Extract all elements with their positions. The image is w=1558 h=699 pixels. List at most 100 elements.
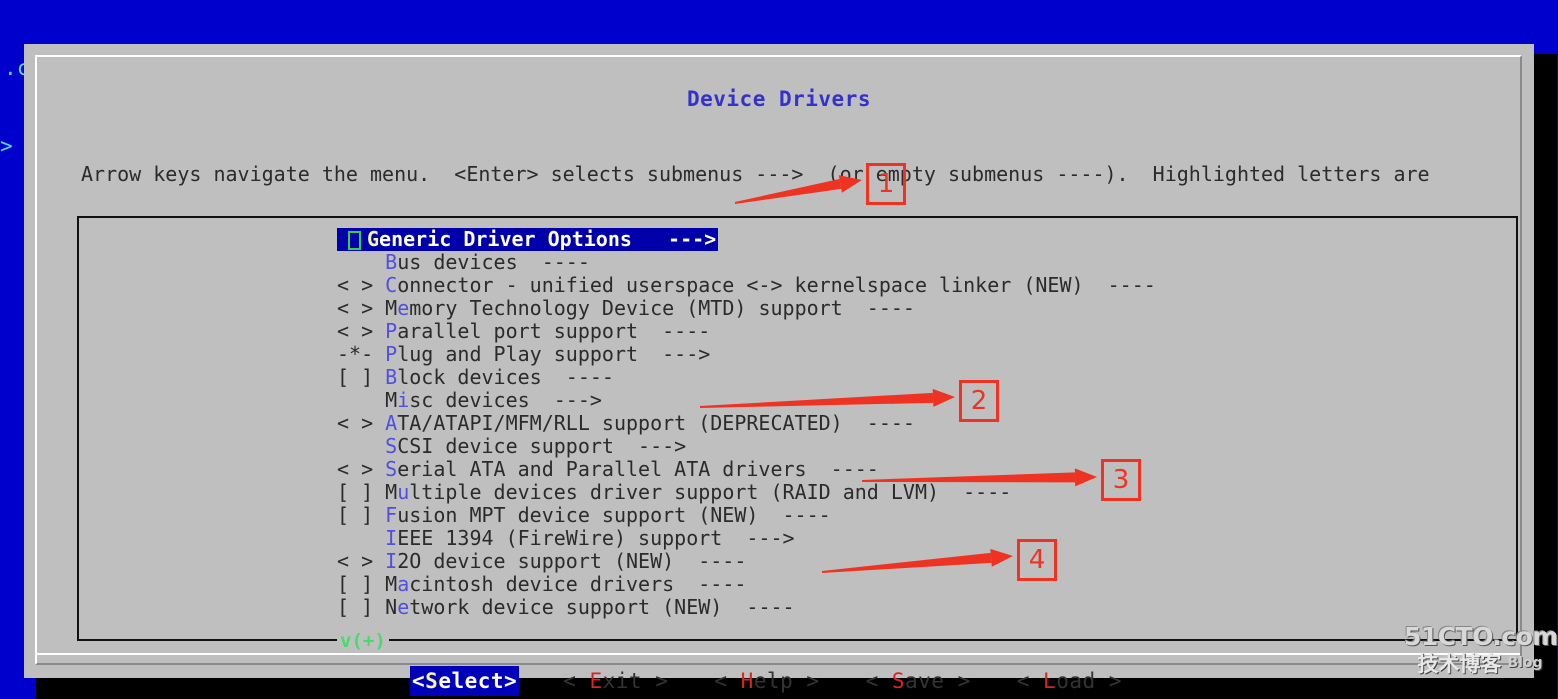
button-elect[interactable]: <Select>: [410, 666, 520, 696]
menu-item-hotkey: u: [397, 480, 410, 504]
menu-item-marker: [ ]: [337, 503, 386, 527]
annotation-box-2: 2: [959, 380, 999, 422]
menu-item[interactable]: [ ] Network device support (NEW) ----: [79, 596, 1516, 619]
menu-item-label: onnector - unified userspace <-> kernels…: [397, 273, 1156, 297]
menu-item[interactable]: [ ] Macintosh device drivers ----: [79, 573, 1516, 596]
menu-item[interactable]: < > Parallel port support ----: [79, 320, 1516, 343]
menu-list-box[interactable]: Generic Driver Options ---> Bus devices …: [77, 216, 1518, 651]
button-bracket-open: <: [865, 669, 892, 693]
menu-item-marker: [ ]: [337, 595, 386, 619]
dialog-title: Device Drivers: [24, 87, 1534, 111]
menu-list: Generic Driver Options ---> Bus devices …: [79, 228, 1516, 619]
menu-item-label: eneric Driver Options --->: [379, 227, 717, 251]
annotation-arrow-4: [822, 548, 1013, 573]
menu-item-hotkey: a: [397, 572, 410, 596]
button-elp[interactable]: < Help >: [712, 666, 821, 696]
config-dialog: Device Drivers Arrow keys navigate the m…: [24, 44, 1534, 696]
menu-item[interactable]: < > Connector - unified userspace <-> ke…: [79, 274, 1516, 297]
button-label: oad: [1056, 669, 1096, 693]
menu-item-label: twork device support (NEW) ----: [409, 595, 795, 619]
menu-item-marker: < >: [337, 319, 386, 343]
menu-item-hotkey: i: [397, 388, 410, 412]
button-hotkey: S: [425, 669, 439, 693]
menu-item[interactable]: < > Serial ATA and Parallel ATA drivers …: [79, 458, 1516, 481]
menu-item-marker: [ ]: [337, 480, 386, 504]
button-label: xit: [602, 669, 643, 693]
menu-item[interactable]: < > I2O device support (NEW) ----: [79, 550, 1516, 573]
menu-item-marker: [337, 251, 385, 274]
button-bar: <Select> < Exit > < Help > < Save > < Load >: [24, 666, 1534, 696]
menu-item[interactable]: -*- Plug and Play support --->: [79, 343, 1516, 366]
menu-item-label: lock devices ----: [397, 365, 614, 389]
menu-item-hotkey: I: [385, 526, 398, 550]
menu-item-marker: [ ]: [337, 572, 386, 596]
button-bracket-close: >: [793, 669, 820, 693]
button-label: elect: [438, 669, 505, 693]
menu-item-hotkey: S: [385, 434, 398, 458]
button-separator: [37, 653, 1520, 655]
menu-item-selected: Generic Driver Options --->: [337, 227, 719, 251]
menu-item-label-pre: M: [385, 572, 398, 596]
menu-item-label: sc devices --->: [409, 388, 602, 412]
button-bracket-close: >: [1095, 669, 1122, 693]
menu-item-marker: [337, 389, 385, 412]
menu-item-hotkey: A: [385, 411, 398, 435]
annotation-arrow-2: [700, 388, 955, 408]
button-hotkey: H: [740, 669, 754, 693]
menu-item[interactable]: [ ] Multiple devices driver support (RAI…: [79, 481, 1516, 504]
button-hotkey: L: [1043, 669, 1057, 693]
annotation-label: 3: [1112, 465, 1130, 495]
button-bracket-close: >: [944, 669, 971, 693]
menu-item-label: lug and Play support --->: [397, 342, 711, 366]
annotation-label: 4: [1028, 545, 1046, 575]
button-hotkey: S: [891, 669, 906, 693]
menu-item-label: us devices ----: [397, 250, 590, 274]
menu-item-hotkey: G: [367, 227, 380, 251]
annotation-label: 2: [970, 386, 988, 416]
button-bracket-open: <: [412, 669, 426, 693]
menu-item[interactable]: < > Memory Technology Device (MTD) suppo…: [79, 297, 1516, 320]
menu-item[interactable]: IEEE 1394 (FireWire) support --->: [79, 527, 1516, 550]
button-bracket-close: >: [642, 669, 669, 693]
button-bracket-close: >: [504, 669, 518, 693]
annotation-label: 1: [877, 169, 895, 199]
menu-item[interactable]: Generic Driver Options --->: [79, 228, 1516, 251]
menu-item-hotkey: I: [385, 549, 398, 573]
menu-item-label: arallel port support ----: [397, 319, 711, 343]
button-bracket-open: <: [714, 669, 741, 693]
menu-item[interactable]: Bus devices ----: [79, 251, 1516, 274]
menu-item-marker: < >: [337, 457, 386, 481]
menu-item[interactable]: [ ] Fusion MPT device support (NEW) ----: [79, 504, 1516, 527]
menu-item-hotkey: P: [385, 342, 398, 366]
menu-item-hotkey: e: [397, 296, 410, 320]
menu-item-marker: -*-: [337, 342, 386, 366]
annotation-box-4: 4: [1017, 539, 1057, 581]
menu-item-marker: [337, 527, 385, 550]
menu-item-label: cintosh device drivers ----: [409, 572, 747, 596]
button-ave[interactable]: < Save >: [864, 666, 973, 696]
menu-item-label: 2O device support (NEW) ----: [397, 549, 747, 573]
menu-item-label: mory Technology Device (MTD) support ---…: [409, 296, 915, 320]
annotation-arrow-1: [735, 175, 862, 204]
scroll-more-indicator: v(+): [337, 632, 389, 651]
menu-item-hotkey: C: [385, 273, 398, 297]
menu-item[interactable]: SCSI device support --->: [79, 435, 1516, 458]
button-xit[interactable]: < Exit >: [561, 666, 670, 696]
menu-item-label-pre: M: [385, 480, 398, 504]
menu-item-hotkey: B: [385, 365, 398, 389]
menu-item-label-pre: M: [385, 388, 398, 412]
annotation-arrow-3: [862, 468, 1097, 487]
menu-item-marker: [ ]: [337, 365, 386, 389]
dialog-title-text: Device Drivers: [674, 87, 883, 111]
button-label: elp: [753, 669, 794, 693]
menu-item-hotkey: F: [385, 503, 398, 527]
menu-item-marker: < >: [337, 549, 386, 573]
menu-item-hotkey: P: [385, 319, 398, 343]
menu-item-marker: < >: [337, 296, 386, 320]
button-oad[interactable]: < Load >: [1015, 666, 1124, 696]
menu-item-label: erial ATA and Parallel ATA drivers ----: [397, 457, 879, 481]
menu-item-label: EEE 1394 (FireWire) support --->: [397, 526, 795, 550]
button-bracket-open: <: [1016, 669, 1044, 693]
menu-item-hotkey: B: [385, 250, 398, 274]
menu-item-marker: [337, 435, 385, 458]
